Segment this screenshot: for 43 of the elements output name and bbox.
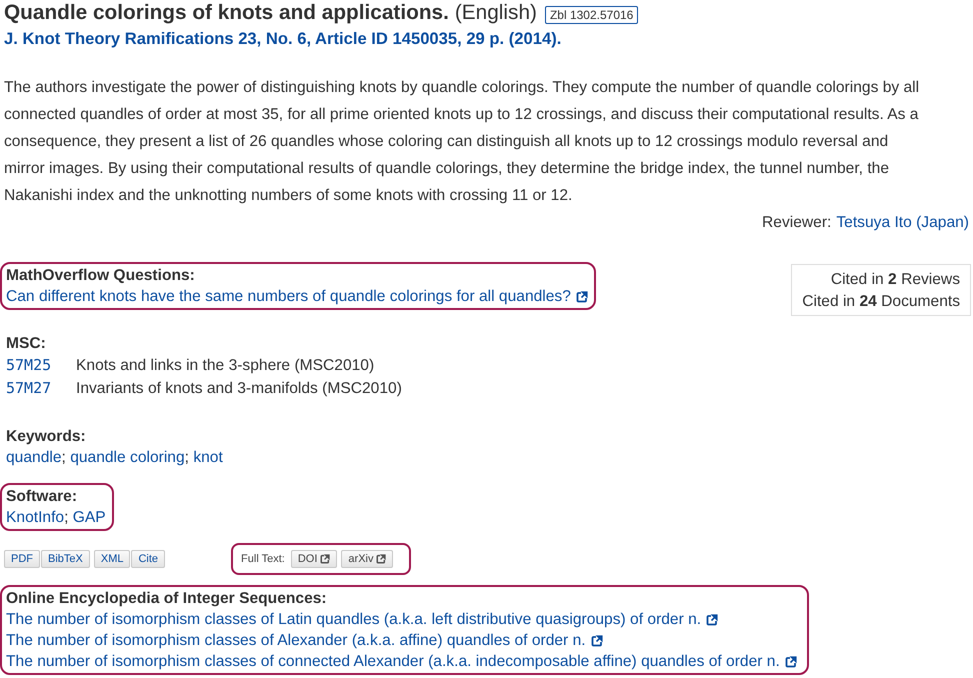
full-text-label: Full Text: [241, 553, 285, 565]
external-link-icon [320, 554, 330, 564]
reviewer-label: Reviewer: [762, 213, 832, 233]
keyword-link[interactable]: knot [193, 449, 223, 466]
section-heading: Keywords: [6, 427, 87, 447]
external-link-icon [590, 634, 603, 646]
separator: ; [62, 449, 66, 466]
external-link[interactable]: The number of isomorphism classes of Latin quandles (a.k.a. left distributive quasigroups) of order n. [6, 609, 797, 630]
software-link[interactable]: GAP [72, 509, 106, 526]
language-label: (English) [454, 0, 537, 26]
msc-description: Invariants of knots and 3-manifolds (MSC2010) [76, 379, 402, 399]
external-link[interactable]: Can different knots have the same numbers of quandle colorings for all quandles? [6, 286, 588, 307]
external-link-icon [706, 614, 718, 626]
abstract-text: The authors investigate the power of distinguishing knots by quandle colorings. They compute the number of quandle colorings by all connected quandles of order at most 35, for all prime oriented knots up to 12 crossings, and discuss their computational results. As a consequence, they present a list of 26 quandles whose coloring can distinguish all knots up to 12 crossings modulo reversal and mirror images. By using their computational results of quandle colorings, they determine the bridge index, the tunnel number, the Nakanishi index and the unknotting numbers of some knots with crossing 11 or 12. [4, 78, 920, 206]
external-link-icon [376, 554, 386, 564]
full-text-button[interactable]: arXiv [341, 550, 394, 568]
citation-count: Cited in 2 Reviews [830, 270, 960, 290]
external-link[interactable]: The number of isomorphism classes of Alexander (a.k.a. affine) quandles of order n. [6, 630, 797, 651]
export-button[interactable]: BibTeX [41, 550, 90, 568]
section-heading: Online Encyclopedia of Integer Sequences: [6, 589, 328, 609]
msc-code[interactable]: 57M25 [6, 354, 76, 377]
section-heading: MathOverflow Questions: [6, 266, 196, 286]
keyword-link[interactable]: quandle [6, 449, 62, 466]
export-button[interactable]: XML [94, 550, 130, 568]
source-link[interactable]: J. Knot Theory Ramifications 23, No. 6, Article ID 1450035, 29 p. (2014). [4, 26, 969, 52]
article-title: Quandle colorings of knots and applications. [4, 0, 449, 26]
reviewer-link[interactable]: Tetsuya Ito (Japan) [836, 209, 969, 236]
full-text-button[interactable]: DOI [290, 550, 338, 568]
section-heading: Software: [6, 487, 78, 507]
keyword-link[interactable]: quandle coloring [70, 449, 185, 466]
citation-count: Cited in 24 Documents [802, 292, 960, 312]
external-link-icon [576, 290, 588, 302]
msc-description: Knots and links in the 3-sphere (MSC2010) [76, 356, 374, 376]
msc-code[interactable]: 57M27 [6, 377, 76, 400]
export-button[interactable]: PDF [4, 550, 40, 568]
separator: ; [64, 509, 68, 526]
export-button[interactable]: Cite [131, 550, 166, 568]
external-link[interactable]: The number of isomorphism classes of connected Alexander (a.k.a. indecomposable affine) quandles of order n. [6, 651, 797, 672]
section-heading: MSC: [6, 334, 47, 354]
external-link-icon [784, 656, 797, 668]
zbl-badge[interactable]: Zbl 1302.57016 [544, 6, 638, 24]
separator: ; [184, 449, 189, 466]
software-link[interactable]: KnotInfo [6, 509, 64, 526]
